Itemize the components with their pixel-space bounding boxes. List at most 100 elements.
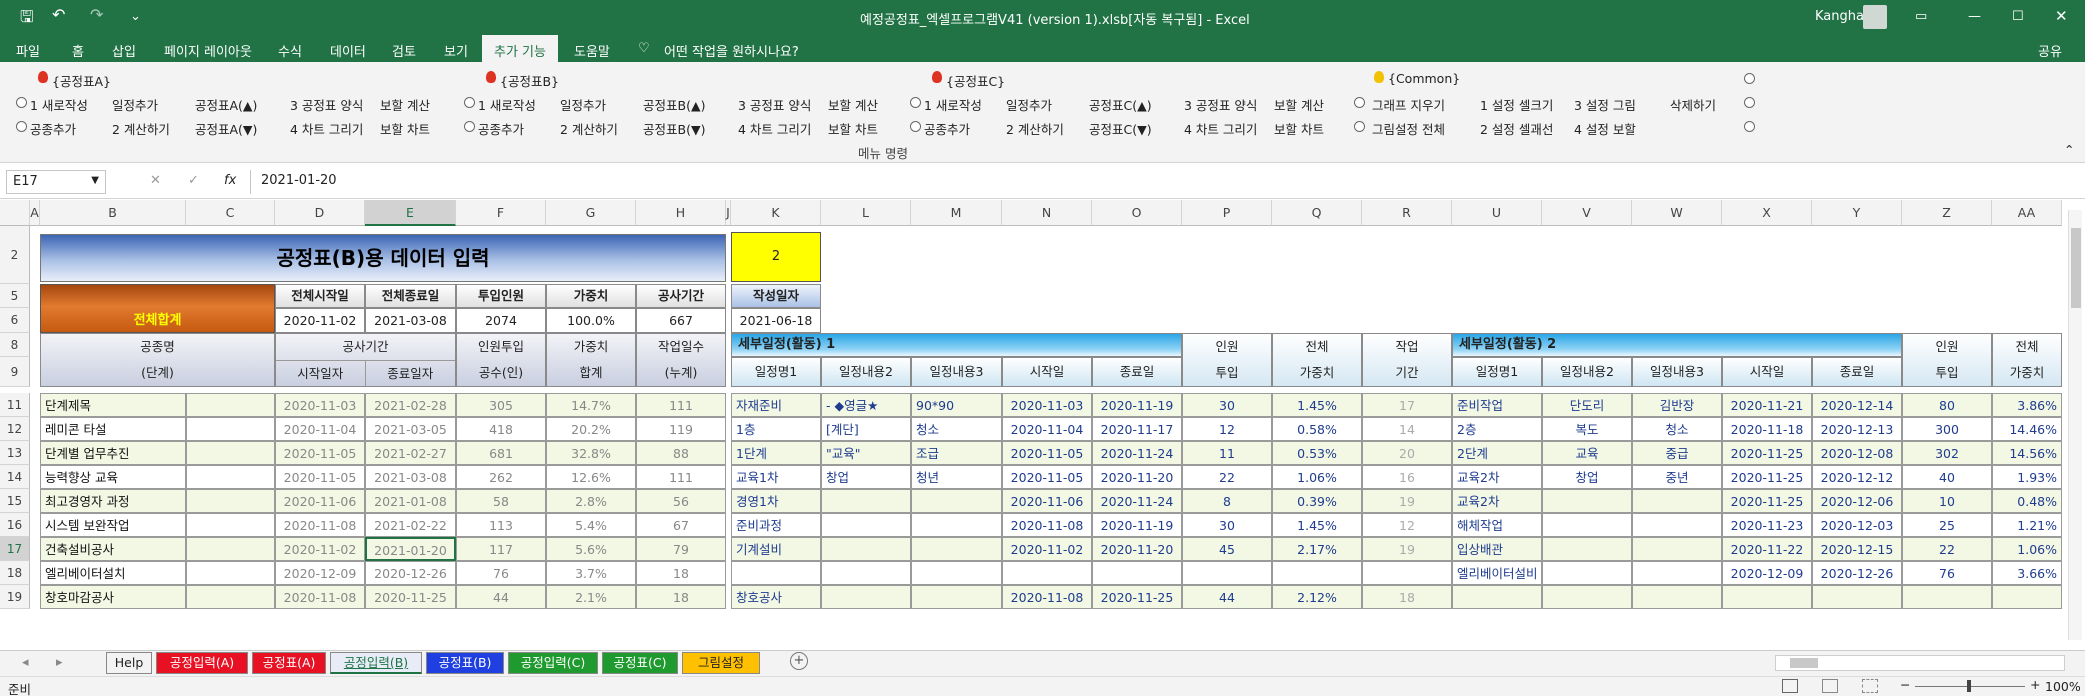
activity1-cell-3[interactable]: 2020-11-06 (1002, 489, 1092, 513)
groupA-r1-btn-1[interactable]: 일정추가 (112, 95, 158, 114)
task-days[interactable]: 119 (636, 417, 726, 441)
activity1-cell-7[interactable] (1362, 561, 1452, 585)
activity2-cell-3[interactable]: 2020-11-22 (1722, 537, 1812, 561)
groupB-r2-btn-4[interactable]: 보할 차트 (828, 119, 878, 138)
tab-0[interactable]: Help (106, 652, 152, 674)
task-name[interactable]: 단계제목 (40, 393, 186, 417)
groupC-r2-btn-3[interactable]: 4 차트 그리기 (1184, 119, 1257, 138)
common-r2-radio-end[interactable] (1744, 121, 1755, 132)
avatar[interactable] (1863, 5, 1887, 29)
activity1-cell-3[interactable]: 2020-11-08 (1002, 585, 1092, 609)
activity1-cell-2[interactable] (911, 537, 1002, 561)
groupA-r2-btn-4[interactable]: 보할 차트 (380, 119, 430, 138)
task-start[interactable]: 2020-11-08 (275, 513, 365, 537)
activity2-cell-1[interactable]: 복도 (1542, 417, 1632, 441)
common-r2-radio[interactable] (1354, 121, 1365, 132)
activity2-cell-6[interactable]: 3.66% (1992, 561, 2062, 585)
activity1-cell-4[interactable]: 2020-11-17 (1092, 417, 1182, 441)
activity2-cell-6[interactable]: 1.21% (1992, 513, 2062, 537)
column-header-C[interactable]: C (186, 200, 275, 226)
tab-scroll-right-icon[interactable]: ▸ (56, 655, 63, 670)
menu-home[interactable]: 홈 (72, 41, 84, 60)
activity1-cell-0[interactable]: 기계설비 (731, 537, 821, 561)
activity2-cell-5[interactable]: 300 (1902, 417, 1992, 441)
task-name[interactable]: 최고경영자 과정 (40, 489, 186, 513)
task-name[interactable]: 건축설비공사 (40, 537, 186, 561)
activity1-cell-3[interactable]: 2020-11-04 (1002, 417, 1092, 441)
zoom-slider[interactable] (1915, 680, 2025, 692)
activity2-cell-3[interactable]: 2020-11-23 (1722, 513, 1812, 537)
normal-view-icon[interactable] (1782, 679, 1798, 693)
user-name[interactable]: Kangha (1815, 9, 1864, 24)
activity2-cell-1[interactable] (1542, 561, 1632, 585)
tell-me-search[interactable]: 어떤 작업을 원하시나요? (664, 41, 799, 60)
task-name[interactable]: 능력향상 교육 (40, 465, 186, 489)
activity1-cell-6[interactable]: 1.45% (1272, 513, 1362, 537)
task-step[interactable] (186, 441, 275, 465)
column-header-O[interactable]: O (1092, 200, 1182, 226)
task-step[interactable] (186, 561, 275, 585)
activity2-cell-4[interactable]: 2020-12-14 (1812, 393, 1902, 417)
task-end[interactable]: 2020-12-26 (365, 561, 456, 585)
activity1-cell-2[interactable]: 청소 (911, 417, 1002, 441)
groupB-r1-btn-2[interactable]: 공정표B(▲) (643, 95, 705, 114)
activity1-cell-3[interactable]: 2020-11-05 (1002, 441, 1092, 465)
activity1-cell-5[interactable]: 44 (1182, 585, 1272, 609)
task-name[interactable]: 창호마감공사 (40, 585, 186, 609)
activity1-cell-0[interactable]: 창호공사 (731, 585, 821, 609)
activity1-cell-0[interactable]: 1단계 (731, 441, 821, 465)
groupA-r2-radio[interactable] (16, 121, 27, 132)
groupC-r1-btn-3[interactable]: 3 공정표 양식 (1184, 95, 1257, 114)
activity2-cell-3[interactable]: 2020-11-25 (1722, 489, 1812, 513)
groupA-r2-btn-1[interactable]: 2 계산하기 (112, 119, 170, 138)
groupB-r1-btn-1[interactable]: 일정추가 (560, 95, 606, 114)
page-break-view-icon[interactable] (1862, 679, 1878, 693)
task-end[interactable]: 2021-02-28 (365, 393, 456, 417)
activity2-cell-5[interactable]: 302 (1902, 441, 1992, 465)
groupC-r2-btn-4[interactable]: 보할 차트 (1274, 119, 1324, 138)
share-button[interactable]: 공유 (2038, 41, 2062, 60)
activity1-cell-6[interactable]: 0.53% (1272, 441, 1362, 465)
task-end[interactable]: 2020-11-25 (365, 585, 456, 609)
tab-3[interactable]: 공정입력(B) (330, 652, 422, 674)
activity2-cell-4[interactable]: 2020-12-08 (1812, 441, 1902, 465)
task-end[interactable]: 2021-02-22 (365, 513, 456, 537)
groupA-r2-btn-0[interactable]: 공종추가 (30, 119, 76, 138)
activity2-cell-1[interactable] (1542, 489, 1632, 513)
vertical-scrollbar[interactable] (2068, 210, 2082, 640)
activity1-cell-5[interactable]: 45 (1182, 537, 1272, 561)
column-header-W[interactable]: W (1632, 200, 1722, 226)
activity2-cell-2[interactable] (1632, 513, 1722, 537)
task-days[interactable]: 88 (636, 441, 726, 465)
groupC-r1-btn-1[interactable]: 일정추가 (1006, 95, 1052, 114)
activity2-cell-3[interactable]: 2020-11-18 (1722, 417, 1812, 441)
activity1-cell-5[interactable]: 8 (1182, 489, 1272, 513)
activity1-cell-5[interactable]: 22 (1182, 465, 1272, 489)
activity2-cell-5[interactable] (1902, 585, 1992, 609)
select-all-corner[interactable] (0, 200, 30, 226)
task-staff[interactable]: 113 (456, 513, 546, 537)
activity1-cell-4[interactable]: 2020-11-20 (1092, 465, 1182, 489)
task-weight[interactable]: 12.6% (546, 465, 636, 489)
column-header-Q[interactable]: Q (1272, 200, 1362, 226)
activity2-cell-0[interactable]: 교육2차 (1452, 489, 1542, 513)
activity1-cell-1[interactable] (821, 585, 911, 609)
column-header-M[interactable]: M (911, 200, 1002, 226)
activity2-cell-2[interactable]: 중급 (1632, 441, 1722, 465)
activity1-cell-7[interactable]: 19 (1362, 537, 1452, 561)
activity1-cell-2[interactable] (911, 561, 1002, 585)
task-end[interactable]: 2021-02-27 (365, 441, 456, 465)
task-start[interactable]: 2020-11-05 (275, 465, 365, 489)
groupB-r2-btn-3[interactable]: 4 차트 그리기 (738, 119, 811, 138)
activity1-cell-4[interactable] (1092, 561, 1182, 585)
groupC-r1-btn-2[interactable]: 공정표C(▲) (1089, 95, 1152, 114)
common-r1-btn-1[interactable]: 1 설정 셀크기 (1480, 95, 1553, 114)
task-step[interactable] (186, 465, 275, 489)
activity1-cell-0[interactable]: 준비과정 (731, 513, 821, 537)
activity1-cell-1[interactable] (821, 513, 911, 537)
common-r1-radio-end[interactable] (1744, 97, 1755, 108)
menu-file[interactable]: 파일 (16, 41, 40, 60)
groupB-r2-btn-1[interactable]: 2 계산하기 (560, 119, 618, 138)
task-end[interactable]: 2021-01-20 (365, 537, 456, 561)
menu-insert[interactable]: 삽입 (112, 41, 136, 60)
